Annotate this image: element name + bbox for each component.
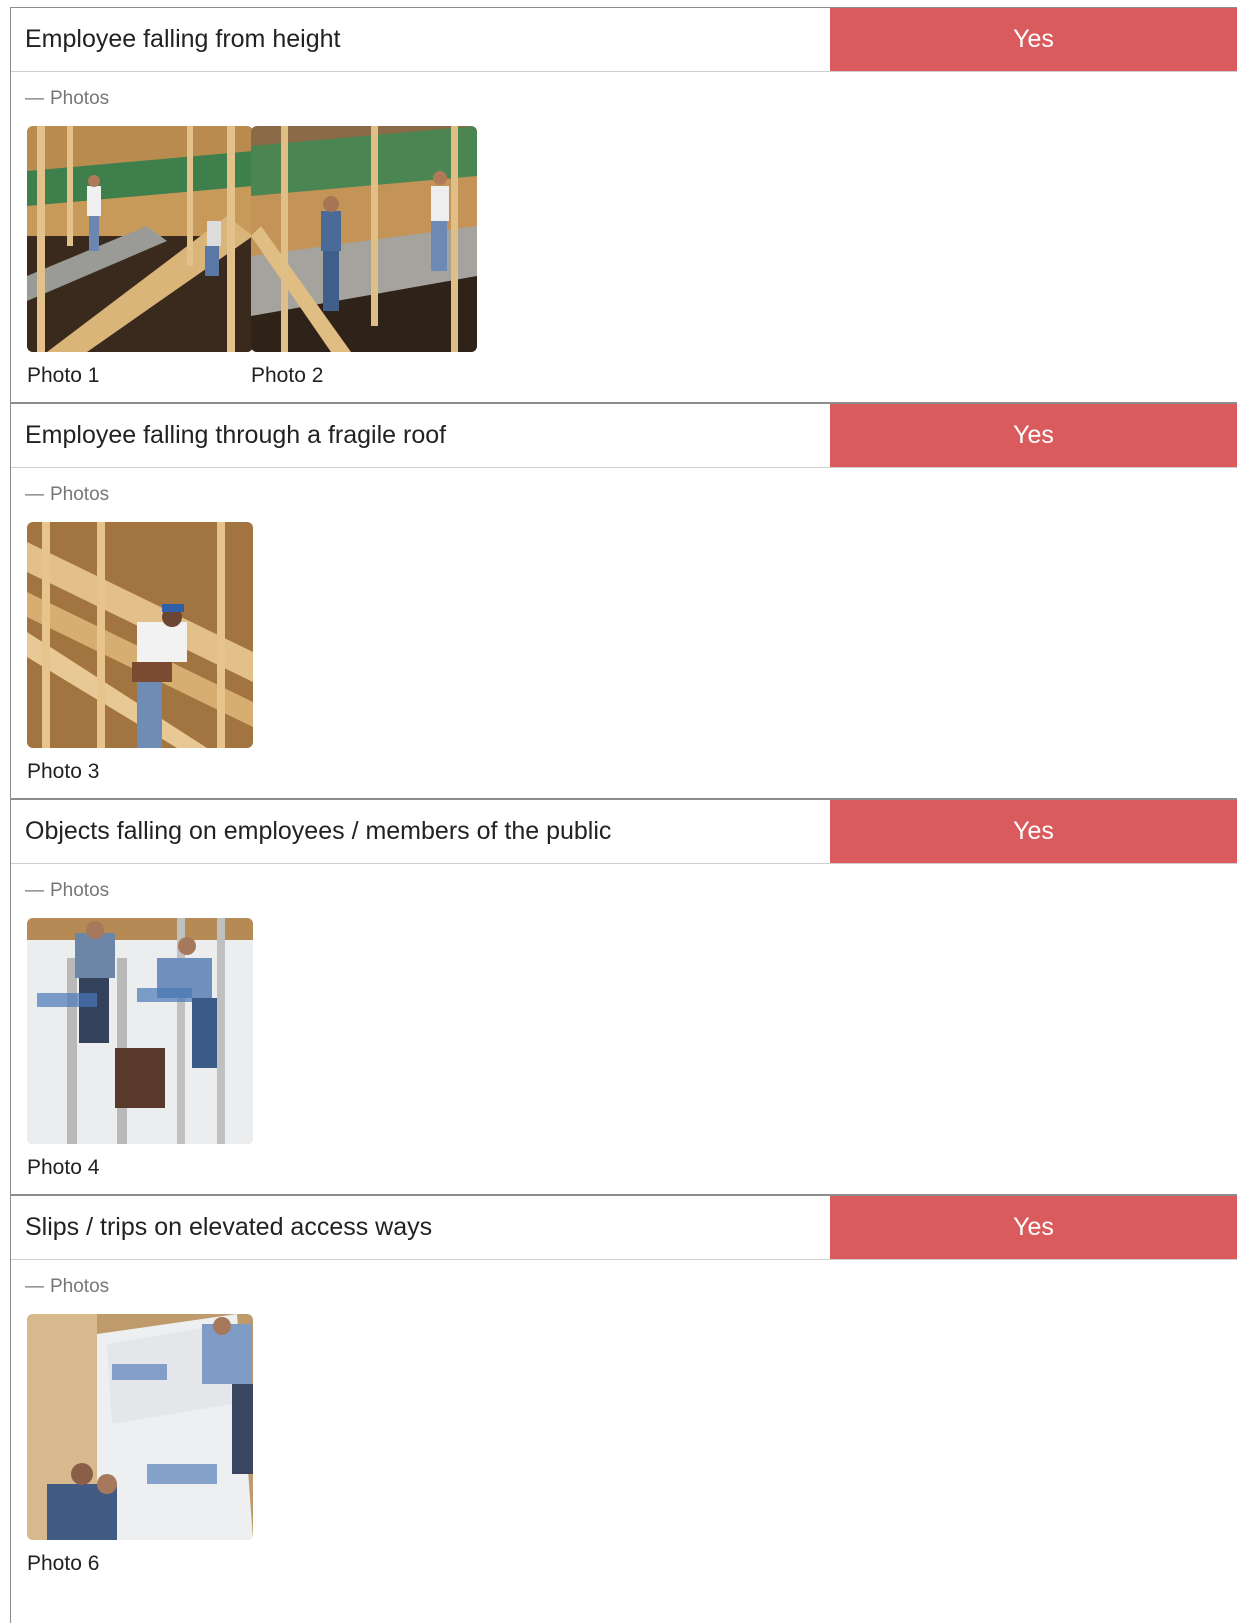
hazard-card: Employee falling from height Yes — Photos… (10, 7, 1237, 403)
hazard-question: Employee falling from height (25, 25, 341, 53)
collapse-icon: — (25, 484, 44, 505)
answer-yes-badge[interactable]: Yes (830, 404, 1237, 467)
photos-label: Photos (50, 880, 110, 901)
photos-collapse-toggle[interactable]: — Photos (25, 880, 109, 902)
hazard-header: Employee falling through a fragile roof … (11, 404, 1237, 468)
collapse-icon: — (25, 880, 44, 901)
hazard-card: Employee falling through a fragile roof … (10, 403, 1237, 799)
construction-framing-photo (251, 126, 477, 352)
roof-rafter-photo (27, 522, 253, 748)
photo-caption: Photo 3 (27, 760, 100, 783)
answer-yes-badge[interactable]: Yes (830, 8, 1237, 71)
hazard-question: Objects falling on employees / members o… (25, 817, 612, 845)
photo-thumbnail[interactable] (27, 1314, 253, 1540)
answer-yes-badge[interactable]: Yes (830, 800, 1237, 863)
photos-collapse-toggle[interactable]: — Photos (25, 1276, 109, 1298)
photos-collapse-toggle[interactable]: — Photos (25, 484, 109, 506)
photos-label: Photos (50, 1276, 110, 1297)
answer-yes-badge[interactable]: Yes (830, 1196, 1237, 1259)
photo-caption: Photo 4 (27, 1156, 100, 1179)
photo-caption: Photo 6 (27, 1552, 100, 1575)
photo-thumbnail[interactable] (251, 126, 477, 352)
photo-caption: Photo 1 (27, 364, 100, 387)
hazard-header: Employee falling from height Yes (11, 8, 1237, 72)
collapse-icon: — (25, 1276, 44, 1297)
photos-label: Photos (50, 484, 110, 505)
photos-label: Photos (50, 88, 110, 109)
house-wrap-install-photo (27, 1314, 253, 1540)
collapse-icon: — (25, 88, 44, 109)
hazard-question: Employee falling through a fragile roof (25, 421, 447, 449)
hazard-card: Objects falling on employees / members o… (10, 799, 1237, 1195)
photo-thumbnail[interactable] (27, 126, 253, 352)
hazard-header: Objects falling on employees / members o… (11, 800, 1237, 864)
photo-thumbnail[interactable] (27, 918, 253, 1144)
photo-caption: Photo 2 (251, 364, 324, 387)
house-wrap-ladder-photo (27, 918, 253, 1144)
hazard-card: Slips / trips on elevated access ways Ye… (10, 1195, 1237, 1623)
construction-framing-photo (27, 126, 253, 352)
photo-thumbnail[interactable] (27, 522, 253, 748)
hazard-header: Slips / trips on elevated access ways Ye… (11, 1196, 1237, 1260)
hazard-question: Slips / trips on elevated access ways (25, 1213, 433, 1241)
photos-collapse-toggle[interactable]: — Photos (25, 88, 109, 110)
